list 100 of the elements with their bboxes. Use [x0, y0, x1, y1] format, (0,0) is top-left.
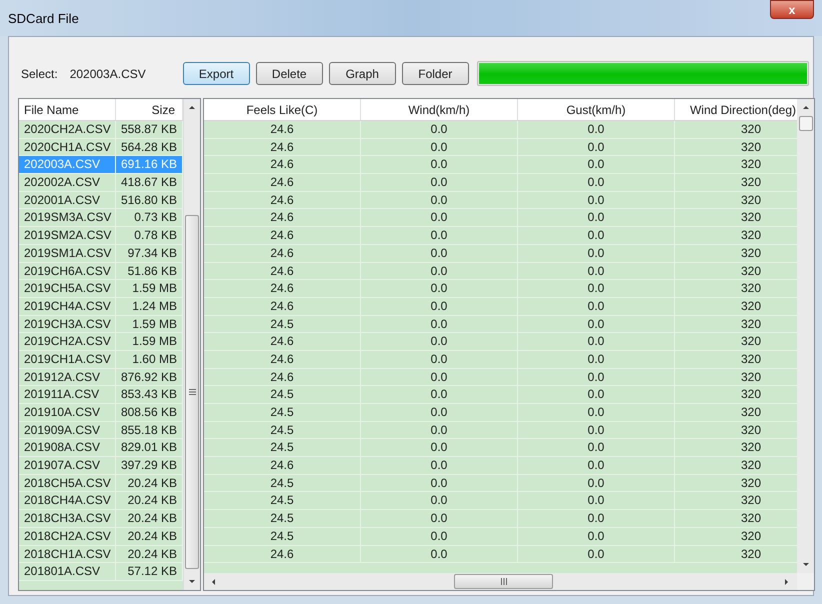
file-name-cell: 201907A.CSV [19, 457, 116, 474]
file-row[interactable]: 2019CH3A.CSV 1.59 MB [19, 316, 183, 334]
selected-file-name: 202003A.CSV [70, 66, 146, 82]
table-cell: 24.5 [204, 439, 361, 456]
file-row[interactable]: 2019CH6A.CSV 51.86 KB [19, 262, 183, 280]
table-cell: 0.0 [361, 316, 518, 332]
table-cell: 24.6 [204, 174, 361, 191]
window-title: SDCard File [8, 10, 79, 28]
table-cell: 24.5 [204, 386, 361, 403]
toolbar-button[interactable]: Graph [328, 62, 396, 85]
table-cell-text: 320 [740, 404, 762, 421]
file-row[interactable]: 2018CH5A.CSV 20.24 KB [19, 474, 183, 492]
table-cell: 24.6 [204, 333, 361, 350]
file-name-cell: 2019SM2A.CSV [19, 227, 116, 244]
table-cell-text: 320 [740, 350, 762, 368]
table-cell: 0.0 [361, 457, 518, 474]
file-name-cell: 2018CH5A.CSV [19, 474, 116, 492]
file-row[interactable]: 2018CH4A.CSV 20.24 KB [19, 492, 183, 510]
file-name-cell: 2018CH2A.CSV [19, 528, 116, 544]
table-cell: 24.6 [204, 227, 361, 244]
table-cell: 24.5 [204, 404, 361, 421]
table-cell: 24.6 [204, 121, 361, 138]
table-cell: 0.0 [361, 138, 518, 156]
table-cell: 24.5 [204, 474, 361, 492]
file-row[interactable]: 201907A.CSV 397.29 KB [19, 457, 183, 475]
table-cell: 24.6 [204, 350, 361, 368]
file-row[interactable]: 2019SM1A.CSV 97.34 KB [19, 244, 183, 262]
table-cell-text: 320 [740, 121, 762, 138]
table-cell: 24.6 [204, 280, 361, 297]
column-header[interactable]: Feels Like(C) [204, 99, 361, 120]
file-row[interactable]: 2019CH4A.CSV 1.24 MB [19, 298, 183, 316]
file-name-cell: 2019CH6A.CSV [19, 262, 116, 280]
table-cell: 0.0 [518, 368, 675, 386]
table-cell: 24.6 [204, 546, 361, 562]
toolbar-button[interactable]: Delete [256, 62, 323, 85]
file-row[interactable]: 2018CH1A.CSV 20.24 KB [19, 546, 183, 564]
close-button[interactable]: x [770, 0, 814, 19]
file-row[interactable]: 2018CH3A.CSV 20.24 KB [19, 510, 183, 528]
table-cell-text: 320 [740, 368, 762, 386]
file-row[interactable]: 201911A.CSV 853.43 KB [19, 386, 183, 404]
file-name-cell: 201909A.CSV [19, 422, 116, 438]
table-cell: 24.5 [204, 528, 361, 544]
file-name-cell: 202003A.CSV [19, 156, 116, 174]
column-header[interactable]: Wind Direction(deg) [675, 99, 797, 120]
file-row[interactable]: 2020CH2A.CSV 558.87 KB [19, 121, 183, 139]
file-row[interactable]: 202002A.CSV 418.67 KB [19, 174, 183, 192]
table-cell: 24.6 [204, 262, 361, 280]
file-row[interactable]: 2018CH2A.CSV 20.24 KB [19, 528, 183, 546]
file-row[interactable]: 2019CH5A.CSV 1.59 MB [19, 280, 183, 298]
file-name-cell: 2019SM1A.CSV [19, 244, 116, 262]
file-name-cell: 2020CH2A.CSV [19, 121, 116, 138]
file-row[interactable]: 2019CH2A.CSV 1.59 MB [19, 333, 183, 351]
file-row[interactable]: 2019SM2A.CSV 0.78 KB [19, 227, 183, 245]
table-cell: 0.0 [518, 244, 675, 262]
file-name-cell: 202001A.CSV [19, 192, 116, 208]
table-cell: 0.0 [518, 174, 675, 191]
table-cell: 0.0 [518, 510, 675, 527]
table-cell-text: 320 [740, 439, 762, 456]
file-name-cell: 202002A.CSV [19, 174, 116, 191]
table-cell: 0.0 [361, 333, 518, 350]
table-cell: 0.0 [518, 280, 675, 297]
table-cell: 0.0 [518, 262, 675, 280]
file-row[interactable]: 201908A.CSV 829.01 KB [19, 439, 183, 458]
file-row[interactable]: 201912A.CSV 876.92 KB [19, 368, 183, 386]
table-cell: 0.0 [361, 386, 518, 403]
table-cell: 0.0 [518, 386, 675, 403]
file-row[interactable]: 2019SM3A.CSV 0.73 KB [19, 209, 183, 228]
table-cell-text: 320 [740, 492, 762, 510]
table-cell-text: 320 [740, 174, 762, 191]
file-name-cell: 2019SM3A.CSV [19, 209, 116, 226]
table-cell: 0.0 [361, 298, 518, 315]
table-cell-text: 320 [740, 510, 762, 527]
table-cell-text: 320 [740, 156, 762, 174]
column-header[interactable]: Gust(km/h) [518, 99, 675, 120]
column-header[interactable]: File Name [19, 99, 116, 120]
file-row[interactable]: 202001A.CSV 516.80 KB [19, 192, 183, 210]
table-cell: 0.0 [361, 510, 518, 527]
table-cell: 24.6 [204, 209, 361, 226]
file-row[interactable]: 201801A.CSV 57.12 KB [19, 563, 183, 581]
table-cell-text: 320 [740, 457, 762, 474]
table-cell-text: 320 [740, 528, 762, 544]
table-cell: 0.0 [518, 192, 675, 208]
table-cell: 0.0 [518, 439, 675, 456]
file-row[interactable]: 201910A.CSV 808.56 KB [19, 404, 183, 422]
table-cell: 0.0 [361, 546, 518, 562]
table-cell: 0.0 [518, 528, 675, 544]
toolbar-button[interactable]: Folder [402, 62, 469, 85]
table-cell: 0.0 [518, 298, 675, 315]
table-cell: 0.0 [518, 209, 675, 226]
file-row[interactable]: 2019CH1A.CSV 1.60 MB [19, 350, 183, 369]
table-cell-text: 320 [740, 227, 762, 244]
file-name-cell: 2018CH3A.CSV [19, 510, 116, 527]
file-row[interactable]: 201909A.CSV 855.18 KB [19, 422, 183, 440]
toolbar-button[interactable]: Export [182, 62, 250, 85]
table-cell: 24.6 [204, 457, 361, 474]
file-name-cell: 2018CH4A.CSV [19, 492, 116, 510]
table-cell: 0.0 [361, 404, 518, 421]
table-cell: 0.0 [361, 244, 518, 262]
column-header[interactable]: Wind(km/h) [361, 99, 518, 120]
file-name-cell: 2019CH5A.CSV [19, 280, 116, 297]
